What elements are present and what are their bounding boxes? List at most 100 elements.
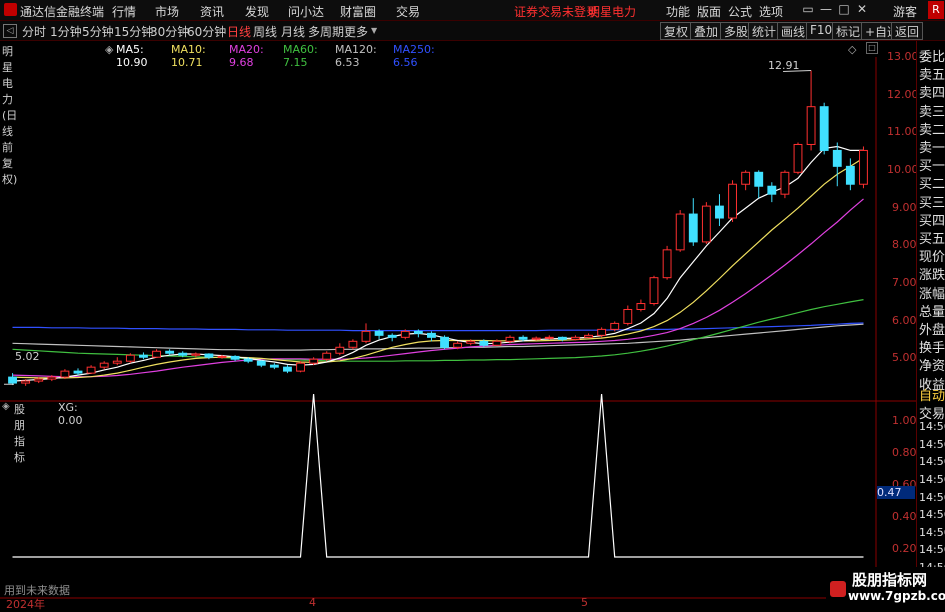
price-tick: 12.00 <box>887 88 919 101</box>
candle-body <box>387 334 397 338</box>
side-panel-item[interactable]: 涨幅 <box>919 283 945 302</box>
side-panel-item[interactable]: 买五 <box>919 228 945 247</box>
candle-body <box>571 336 580 340</box>
tab-daily[interactable]: 日线 <box>227 23 251 40</box>
tab-timeshare[interactable]: 分时 <box>22 23 46 40</box>
restore-icon[interactable]: ▭ <box>800 2 816 17</box>
return-button[interactable]: 返回 <box>891 22 924 40</box>
maximize-icon[interactable]: □ <box>836 2 852 17</box>
x-tick-may: 5 <box>581 596 588 609</box>
side-panel-item[interactable]: 卖四 <box>919 82 945 101</box>
menu-layout[interactable]: 版面 <box>697 3 721 20</box>
side-panel2-item[interactable]: 交易 <box>919 403 945 422</box>
side-panel-item[interactable]: 净资 <box>919 355 945 374</box>
side-panel-item[interactable]: 卖五 <box>919 64 945 83</box>
candle-body <box>819 106 829 151</box>
side-panel2-item[interactable]: 自动 <box>919 385 945 404</box>
side-panel2-item[interactable]: 14:56 <box>919 491 945 504</box>
menu-options[interactable]: 选项 <box>759 3 783 20</box>
indicator-name[interactable]: 股朋指标 <box>14 401 25 465</box>
tab-60min[interactable]: 60分钟 <box>187 23 226 40</box>
menu-discover[interactable]: 发现 <box>245 3 269 20</box>
tab-1min[interactable]: 1分钟 <box>50 23 82 40</box>
tab-5min[interactable]: 5分钟 <box>82 23 114 40</box>
side-panel2-item[interactable]: 14:56 <box>919 508 945 521</box>
candle-body <box>374 330 384 336</box>
back-icon[interactable]: ◁ <box>3 24 17 38</box>
app-logo-icon <box>4 3 17 16</box>
candle-body <box>859 149 868 185</box>
side-panel2-item[interactable]: 14:56 <box>919 455 945 468</box>
tab-15min[interactable]: 15分钟 <box>114 23 153 40</box>
price-tick: 11.00 <box>887 125 919 138</box>
indicator-toggle-icon[interactable]: ◈ <box>2 401 10 412</box>
kline-chart[interactable] <box>0 41 916 609</box>
login-warning[interactable]: 证券交易未登录 <box>514 3 598 20</box>
tab-weekly[interactable]: 周线 <box>253 23 277 40</box>
side-panel-item[interactable]: 买一 <box>919 155 945 174</box>
candle-body <box>531 337 541 340</box>
candle-body <box>269 364 279 368</box>
candle-body <box>34 378 44 382</box>
candle-body <box>701 205 711 243</box>
draw-button[interactable]: 画线 <box>777 22 810 40</box>
menu-ask[interactable]: 问小达 <box>288 3 324 20</box>
title-bar: 通达信金融终端 行情 市场 资讯 发现 问小达 财富圈 交易 证券交易未登录 明… <box>0 0 945 21</box>
candle-body <box>296 362 305 372</box>
side-panel-item[interactable]: 卖三 <box>919 101 945 120</box>
side-panel-item[interactable]: 卖一 <box>919 137 945 156</box>
candle-body <box>832 149 842 167</box>
r-badge-icon[interactable]: R <box>928 1 944 19</box>
candle-body <box>557 336 567 340</box>
indicator-value: XG: 0.00 <box>58 401 83 427</box>
menu-news[interactable]: 资讯 <box>200 3 224 20</box>
candle-body <box>8 376 17 384</box>
side-panel-item[interactable]: 换手 <box>919 337 945 356</box>
tab-more[interactable]: 更多 <box>344 23 368 40</box>
xg-tick: 1.00 <box>892 414 917 427</box>
side-panel-item[interactable]: 买四 <box>919 210 945 229</box>
side-panel-item[interactable]: 卖二 <box>919 119 945 138</box>
candle-body <box>767 185 777 195</box>
candle-body <box>518 336 528 340</box>
more-dropdown-icon[interactable]: ▼ <box>371 26 377 35</box>
side-panel-item[interactable]: 总量 <box>919 301 945 320</box>
side-panel-item[interactable]: 委比 <box>919 46 945 65</box>
candle-body <box>86 366 96 374</box>
menu-function[interactable]: 功能 <box>666 3 690 20</box>
close-icon[interactable]: ✕ <box>854 2 870 17</box>
menu-quotes[interactable]: 行情 <box>112 3 136 20</box>
tab-multi-period[interactable]: 多周期 <box>308 23 344 40</box>
stats-button[interactable]: 统计 <box>748 22 781 40</box>
minimize-icon[interactable]: — <box>818 2 834 17</box>
menu-market[interactable]: 市场 <box>155 3 179 20</box>
candle-body <box>544 336 554 339</box>
side-panel2-item[interactable]: 14:56 <box>919 473 945 486</box>
mark-button[interactable]: 标记 <box>832 22 865 40</box>
candle-body <box>845 165 855 185</box>
tab-monthly[interactable]: 月线 <box>281 23 305 40</box>
side-panel-item[interactable]: 现价 <box>919 246 945 265</box>
side-panel2-item[interactable]: 14:56 <box>919 438 945 451</box>
menu-formula[interactable]: 公式 <box>728 3 752 20</box>
side-panel2-item[interactable]: 14:56 <box>919 420 945 433</box>
candle-body <box>793 143 803 173</box>
adjust-button[interactable]: 复权 <box>660 22 693 40</box>
watermark-title: 股朋指标网 <box>852 571 928 589</box>
candle-body <box>780 171 790 195</box>
cursor-value-marker: 0.47 <box>877 486 915 499</box>
price-tick: 6.00 <box>892 314 917 327</box>
menu-wealth[interactable]: 财富圈 <box>340 3 376 20</box>
menu-trade[interactable]: 交易 <box>396 3 420 20</box>
side-panel2-item[interactable]: 14:56 <box>919 526 945 539</box>
overlay-button[interactable]: 叠加 <box>690 22 723 40</box>
side-panel-item[interactable]: 买二 <box>919 173 945 192</box>
candle-body <box>191 353 201 356</box>
side-panel-item[interactable]: 买三 <box>919 192 945 211</box>
guest-label[interactable]: 游客 <box>893 3 917 20</box>
candle-body <box>492 340 502 346</box>
side-panel-item[interactable]: 涨跌 <box>919 264 945 283</box>
side-panel-item[interactable]: 外盘 <box>919 319 945 338</box>
side-panel2-item[interactable]: 14:56 <box>919 543 945 556</box>
tab-30min[interactable]: 30分钟 <box>150 23 189 40</box>
